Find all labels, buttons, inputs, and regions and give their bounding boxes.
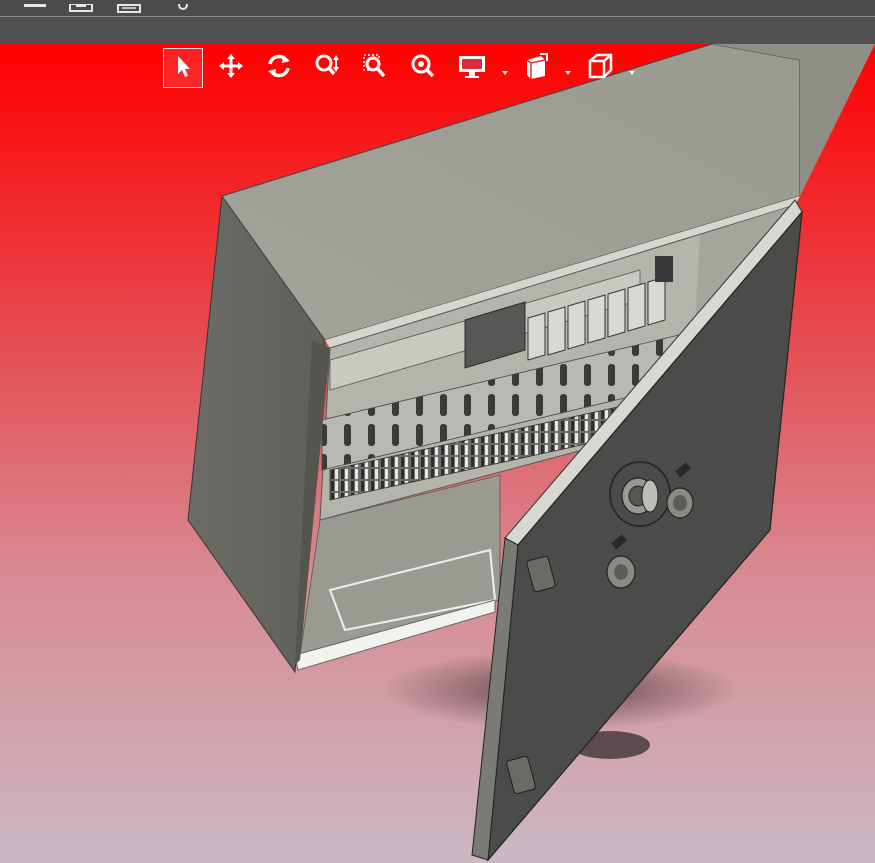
rotate-tool[interactable]: [259, 48, 299, 88]
view-orientation-tool[interactable]: [516, 48, 556, 88]
graphics-viewport[interactable]: [0, 44, 875, 863]
heads-up-view-toolbar: [160, 48, 650, 88]
zoom-area-icon: [361, 52, 389, 85]
box-icon: [585, 51, 615, 86]
display-style-dropdown-icon[interactable]: [500, 64, 510, 75]
monitor-icon: [457, 52, 487, 85]
arrow-pointer-icon: [172, 54, 194, 83]
zoom-in-out-tool[interactable]: [307, 48, 347, 88]
menu-icon[interactable]: [22, 0, 48, 9]
menu-bar: [0, 0, 875, 17]
view-cube-icon: [521, 51, 551, 86]
zoom-fit-icon: [409, 52, 437, 85]
view-orientation-dropdown-icon[interactable]: [563, 64, 573, 75]
zoom-to-fit-tool[interactable]: [403, 48, 443, 88]
rotate-icon: [265, 52, 293, 85]
print-icon[interactable]: [116, 0, 142, 13]
zoom-in-out-icon: [313, 52, 341, 85]
display-style-tool[interactable]: [452, 48, 492, 88]
electrical-enclosure-model: [187, 44, 875, 862]
move-arrows-icon: [218, 53, 244, 84]
options-icon[interactable]: [170, 0, 196, 10]
section-view-tool[interactable]: [580, 48, 620, 88]
pan-tool[interactable]: [211, 48, 251, 88]
zoom-to-area-tool[interactable]: [355, 48, 395, 88]
command-manager-bar: [0, 17, 875, 44]
select-tool[interactable]: [163, 48, 203, 88]
section-view-dropdown-icon[interactable]: [627, 64, 637, 75]
save-icon[interactable]: [68, 0, 94, 12]
